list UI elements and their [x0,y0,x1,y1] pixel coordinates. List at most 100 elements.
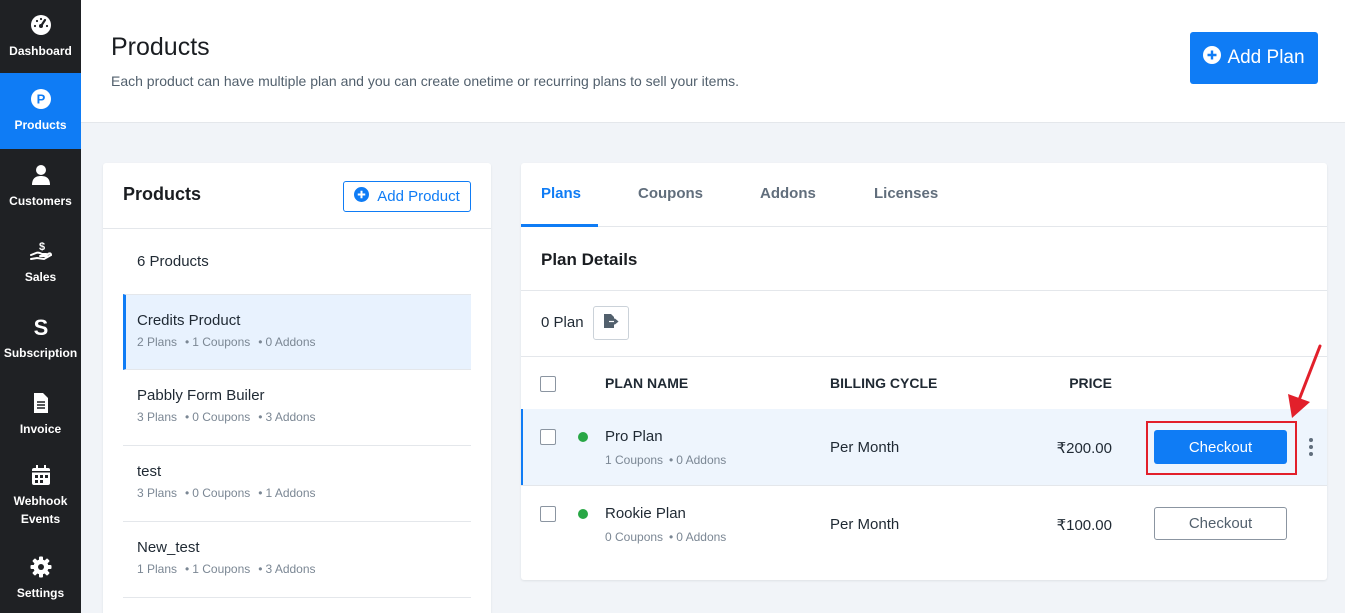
column-header-price: PRICE [1069,375,1112,391]
plans-count: 2 Plans [137,335,178,349]
plan-price: ₹100.00 [1056,517,1112,534]
addons-count: 1 Addons [265,486,316,500]
user-icon [30,164,52,186]
sidebar-item-label: Customers [9,194,72,208]
sidebar-item-label: Dashboard [9,43,72,58]
plan-details-title: Plan Details [541,250,638,269]
tab-addons[interactable]: Addons [760,185,816,202]
product-meta: 2 Plans • 1 Coupons • 0 Addons [137,335,316,349]
dashboard-gauge-icon [30,14,52,36]
svg-text:P: P [36,92,45,107]
addons-count: 3 Addons [265,410,316,424]
product-name: test [137,463,162,480]
invoice-document-icon [30,392,52,414]
add-product-button[interactable]: Add Product [343,181,471,212]
sidebar-item-label: Products [14,118,67,132]
column-header-plan-name: PLAN NAME [605,375,689,391]
addons-count: 0 Addons [265,335,316,349]
product-name: Pabbly Form Builer [137,387,265,404]
select-all-checkbox[interactable] [540,376,556,392]
sidebar-item-customers[interactable]: Customers [0,149,81,225]
plans-count: 3 Plans [137,486,178,500]
product-meta: 3 Plans • 0 Coupons • 1 Addons [137,486,316,500]
product-item-new-test[interactable]: New_test 1 Plans • 1 Coupons • 3 Addons [123,522,471,598]
column-header-billing-cycle: BILLING CYCLE [830,375,938,391]
annotation-arrow-icon [1288,344,1322,418]
tab-licenses[interactable]: Licenses [874,185,938,202]
plan-count: 0 Plan [541,314,584,331]
table-row: Pro Plan 1 Coupons • 0 Addons Per Month ₹2… [521,409,1327,485]
svg-text:S: S [33,316,48,338]
products-panel-header: Products Add Product [103,163,491,229]
billing-cycle: Per Month [830,516,900,533]
plan-price: ₹200.00 [1056,440,1112,457]
page-subtitle: Each product can have multiple plan and … [111,73,740,89]
sidebar-item-products[interactable]: P Products [0,73,81,149]
divider [521,356,1327,357]
plan-name: Pro Plan [605,428,663,445]
products-panel: Products Add Product 6 Products Credits … [103,163,491,613]
more-options-icon[interactable] [1307,437,1315,457]
coupons-count: 0 Coupons [605,530,664,544]
sidebar-item-settings[interactable]: Settings [0,545,81,613]
status-dot [578,509,588,519]
tab-coupons[interactable]: Coupons [638,185,703,202]
product-item-pabbly-form-builer[interactable]: Pabbly Form Builer 3 Plans • 0 Coupons • 3 A… [123,370,471,446]
sidebar-item-label: Webhook Events [13,493,68,526]
add-product-label: Add Product [377,188,460,205]
coupons-count: 0 Coupons [192,486,251,500]
plan-meta: 0 Coupons • 0 Addons [605,530,727,544]
sidebar-item-label: Settings [16,586,65,600]
active-tab-indicator [521,224,598,227]
svg-text:$: $ [38,241,44,253]
plans-tabs: Plans Coupons Addons Licenses [521,163,1327,227]
product-item-credits-product[interactable]: Credits Product 2 Plans • 1 Coupons • 0 Addo… [123,294,471,370]
status-dot [578,432,588,442]
page-header: Products Each product can have multiple … [81,0,1345,123]
page-title: Products [111,33,210,61]
coupons-count: 0 Coupons [192,410,251,424]
sidebar-item-label: Sales [24,270,57,284]
sidebar-item-invoice[interactable]: Invoice [0,377,81,453]
checkout-button[interactable]: Checkout [1154,507,1287,540]
addons-count: 0 Addons [676,530,727,544]
tab-plans[interactable]: Plans [541,185,581,202]
coupons-count: 1 Coupons [192,335,251,349]
checkout-button[interactable]: Checkout [1154,430,1287,464]
row-checkbox[interactable] [540,506,556,522]
sidebar-item-dashboard[interactable]: Dashboard [0,0,81,73]
product-list: Credits Product 2 Plans • 1 Coupons • 0 Addo… [123,294,471,598]
products-p-icon: P [30,88,52,110]
product-meta: 3 Plans • 0 Coupons • 3 Addons [137,410,316,424]
export-file-icon [603,313,619,334]
coupons-count: 1 Coupons [605,453,664,467]
export-button[interactable] [593,306,629,340]
plus-circle-icon [1203,46,1222,70]
sidebar-item-label: Subscription [3,346,78,360]
table-row: Rookie Plan 0 Coupons • 0 Addons Per Month… [521,486,1327,562]
sidebar-item-label: Invoice [19,422,62,436]
row-checkbox[interactable] [540,429,556,445]
plans-count: 1 Plans [137,562,178,576]
sidebar-item-webhook-events[interactable]: Webhook Events [0,453,81,538]
sidebar: Dashboard P Products Customers $ Sales S… [0,0,81,613]
plan-name: Rookie Plan [605,505,686,522]
plans-count: 3 Plans [137,410,178,424]
addons-count: 3 Addons [265,562,316,576]
subscription-s-icon: S [30,316,52,338]
plans-panel: Plans Coupons Addons Licenses Plan Detai… [521,163,1327,580]
addons-count: 0 Addons [676,453,727,467]
sidebar-item-sales[interactable]: $ Sales [0,225,81,301]
divider [521,290,1327,291]
product-name: New_test [137,539,200,556]
add-plan-label: Add Plan [1227,47,1305,68]
product-meta: 1 Plans • 1 Coupons • 3 Addons [137,562,316,576]
product-item-test[interactable]: test 3 Plans • 0 Coupons • 1 Addons [123,446,471,522]
add-plan-button[interactable]: Add Plan [1190,32,1318,84]
sales-hand-dollar-icon: $ [29,240,52,262]
plus-circle-icon [354,187,370,206]
sidebar-item-subscription[interactable]: S Subscription [0,301,81,377]
gear-icon [30,556,52,578]
products-panel-title: Products [123,184,202,204]
coupons-count: 1 Coupons [192,562,251,576]
